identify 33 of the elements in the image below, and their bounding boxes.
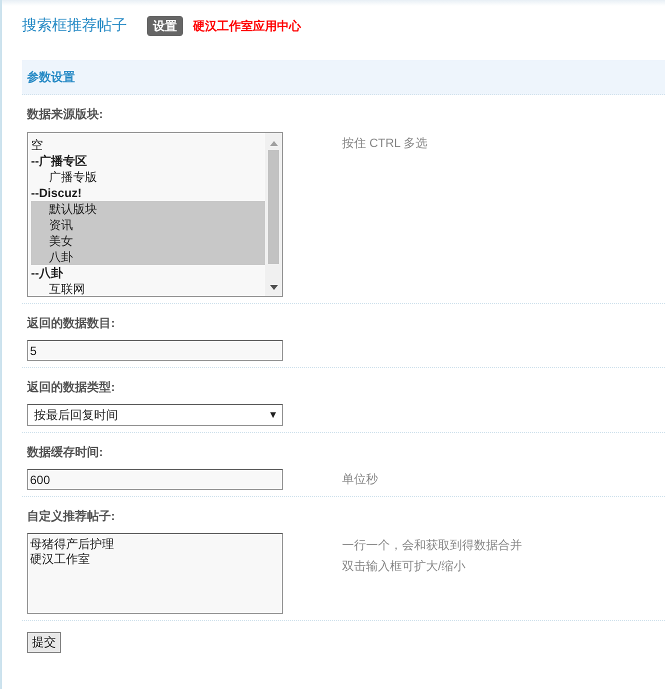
scroll-thumb[interactable] (268, 150, 279, 264)
list-box[interactable]: 空 --广播专区 广播专版 --Discuz! 默认版块 资讯 美女 八卦 --八卦 互联网 (27, 132, 283, 297)
hint-text: 单位秒 (342, 471, 378, 488)
scroll-down-icon[interactable] (270, 285, 278, 290)
field-label: 返回的数据类型: (27, 379, 116, 396)
app-center-link[interactable]: 硬汉工作室应用中心 (193, 17, 301, 35)
text-area[interactable]: 母猪得产后护理 硬汉工作室 (27, 533, 283, 614)
hint-text: 双击输入框可扩大/缩小 (342, 558, 466, 575)
list-option[interactable]: 互联网 (31, 281, 265, 296)
page-title: 搜索框推荐帖子 (22, 16, 127, 36)
list-option[interactable]: --Discuz! (31, 185, 265, 201)
list-option[interactable]: 资讯 (31, 217, 265, 233)
dropdown[interactable]: 按最后回复时间 ▼ (27, 404, 283, 426)
list-option[interactable]: 八卦 (31, 249, 265, 265)
settings-tab[interactable]: 设置 (147, 16, 183, 36)
list-option[interactable]: --八卦 (31, 265, 265, 281)
list-option[interactable]: 默认版块 (31, 201, 265, 217)
hint-text: 一行一个，会和获取到得数据合并 (342, 537, 522, 554)
field-label: 自定义推荐帖子: (27, 508, 116, 525)
field-label: 数据缓存时间: (27, 444, 104, 461)
list-option[interactable]: 广播专版 (31, 169, 265, 185)
list-option[interactable]: 空 (31, 137, 265, 153)
hint-text: 按住 CTRL 多选 (342, 135, 428, 152)
list-option[interactable]: 美女 (31, 233, 265, 249)
text-field[interactable]: 600 (27, 469, 283, 490)
submit-button[interactable]: 提交 (27, 632, 61, 652)
list-option[interactable]: --广播专区 (31, 153, 265, 169)
text-field[interactable]: 5 (27, 340, 283, 361)
field-label: 数据来源版块: (27, 106, 104, 123)
scrollbar[interactable] (265, 133, 282, 296)
section-header: 参数设置 (22, 60, 665, 95)
field-label: 返回的数据数目: (27, 315, 116, 332)
scroll-up-icon[interactable] (270, 141, 278, 146)
